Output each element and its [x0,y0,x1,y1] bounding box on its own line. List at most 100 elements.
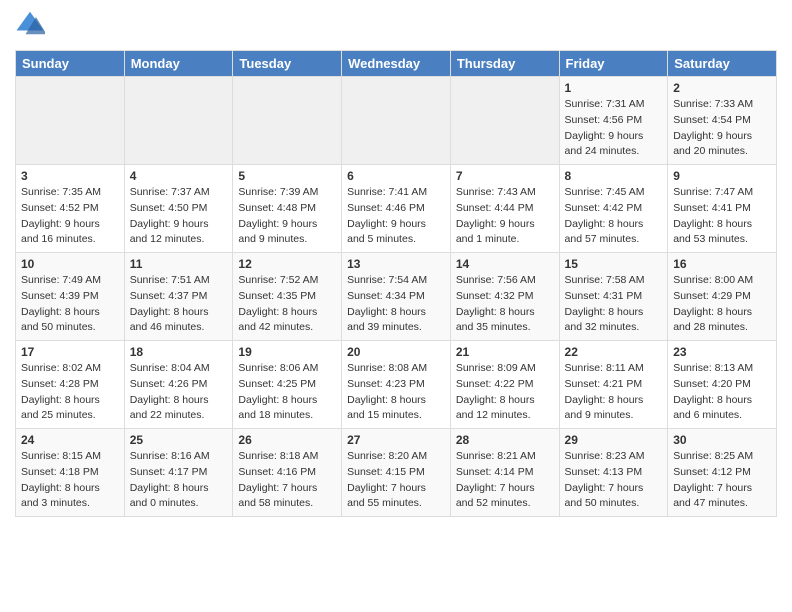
day-info: Sunrise: 7:31 AM Sunset: 4:56 PM Dayligh… [565,97,663,160]
calendar-day-cell: 7 Sunrise: 7:43 AM Sunset: 4:44 PM Daylig… [450,165,559,253]
day-number: 4 [130,169,228,183]
day-info: Sunrise: 7:47 AM Sunset: 4:41 PM Dayligh… [673,185,771,248]
day-info: Sunrise: 8:23 AM Sunset: 4:13 PM Dayligh… [565,449,663,512]
calendar-day-cell: 21 Sunrise: 8:09 AM Sunset: 4:22 PM Dayli… [450,341,559,429]
day-number: 29 [565,433,663,447]
day-info: Sunrise: 8:21 AM Sunset: 4:14 PM Dayligh… [456,449,554,512]
day-info: Sunrise: 7:33 AM Sunset: 4:54 PM Dayligh… [673,97,771,160]
day-info: Sunrise: 8:06 AM Sunset: 4:25 PM Dayligh… [238,361,336,424]
day-number: 18 [130,345,228,359]
main-container: SundayMondayTuesdayWednesdayThursdayFrid… [0,0,792,527]
day-info: Sunrise: 8:11 AM Sunset: 4:21 PM Dayligh… [565,361,663,424]
calendar-day-cell: 29 Sunrise: 8:23 AM Sunset: 4:13 PM Dayli… [559,429,668,517]
day-number: 13 [347,257,445,271]
calendar-header-row: SundayMondayTuesdayWednesdayThursdayFrid… [16,51,777,77]
day-info: Sunrise: 8:13 AM Sunset: 4:20 PM Dayligh… [673,361,771,424]
day-number: 23 [673,345,771,359]
day-info: Sunrise: 8:00 AM Sunset: 4:29 PM Dayligh… [673,273,771,336]
day-info: Sunrise: 8:15 AM Sunset: 4:18 PM Dayligh… [21,449,119,512]
calendar-day-cell: 28Sunrise: 8:21 AM Sunset: 4:14 PM Dayli… [450,429,559,517]
day-number: 8 [565,169,663,183]
calendar-day-cell: 5Sunrise: 7:39 AM Sunset: 4:48 PM Daylig… [233,165,342,253]
calendar-day-cell: 22 Sunrise: 8:11 AM Sunset: 4:21 PM Dayli… [559,341,668,429]
calendar-day-cell: 4 Sunrise: 7:37 AM Sunset: 4:50 PM Daylig… [124,165,233,253]
calendar-day-cell: 9 Sunrise: 7:47 AM Sunset: 4:41 PM Daylig… [668,165,777,253]
weekday-header: Monday [124,51,233,77]
day-info: Sunrise: 8:18 AM Sunset: 4:16 PM Dayligh… [238,449,336,512]
day-number: 3 [21,169,119,183]
weekday-header: Friday [559,51,668,77]
day-info: Sunrise: 7:39 AM Sunset: 4:48 PM Dayligh… [238,185,336,248]
day-number: 9 [673,169,771,183]
day-number: 26 [238,433,336,447]
day-number: 11 [130,257,228,271]
day-number: 1 [565,81,663,95]
day-info: Sunrise: 7:35 AM Sunset: 4:52 PM Dayligh… [21,185,119,248]
calendar-day-cell: 30Sunrise: 8:25 AM Sunset: 4:12 PM Dayli… [668,429,777,517]
calendar-day-cell: 2Sunrise: 7:33 AM Sunset: 4:54 PM Daylig… [668,77,777,165]
day-info: Sunrise: 7:49 AM Sunset: 4:39 PM Dayligh… [21,273,119,336]
calendar-day-cell: 8 Sunrise: 7:45 AM Sunset: 4:42 PM Daylig… [559,165,668,253]
day-info: Sunrise: 8:09 AM Sunset: 4:22 PM Dayligh… [456,361,554,424]
calendar-day-cell: 12Sunrise: 7:52 AM Sunset: 4:35 PM Dayli… [233,253,342,341]
calendar-day-cell: 26 Sunrise: 8:18 AM Sunset: 4:16 PM Dayli… [233,429,342,517]
calendar-day-cell: 16 Sunrise: 8:00 AM Sunset: 4:29 PM Dayli… [668,253,777,341]
day-info: Sunrise: 7:54 AM Sunset: 4:34 PM Dayligh… [347,273,445,336]
calendar-day-cell [233,77,342,165]
day-number: 27 [347,433,445,447]
day-number: 15 [565,257,663,271]
header [15,10,777,40]
day-number: 6 [347,169,445,183]
calendar-day-cell: 14 Sunrise: 7:56 AM Sunset: 4:32 PM Dayli… [450,253,559,341]
day-info: Sunrise: 7:56 AM Sunset: 4:32 PM Dayligh… [456,273,554,336]
day-number: 7 [456,169,554,183]
weekday-header: Thursday [450,51,559,77]
day-number: 19 [238,345,336,359]
day-number: 22 [565,345,663,359]
weekday-header: Sunday [16,51,125,77]
calendar-day-cell [124,77,233,165]
day-number: 14 [456,257,554,271]
day-info: Sunrise: 8:20 AM Sunset: 4:15 PM Dayligh… [347,449,445,512]
day-info: Sunrise: 7:51 AM Sunset: 4:37 PM Dayligh… [130,273,228,336]
weekday-header: Saturday [668,51,777,77]
calendar-week-row: 10 Sunrise: 7:49 AM Sunset: 4:39 PM Dayli… [16,253,777,341]
calendar-day-cell: 27 Sunrise: 8:20 AM Sunset: 4:15 PM Dayli… [342,429,451,517]
calendar-day-cell [450,77,559,165]
day-number: 20 [347,345,445,359]
calendar-day-cell: 1 Sunrise: 7:31 AM Sunset: 4:56 PM Daylig… [559,77,668,165]
day-number: 10 [21,257,119,271]
calendar-week-row: 3 Sunrise: 7:35 AM Sunset: 4:52 PM Daylig… [16,165,777,253]
day-info: Sunrise: 7:58 AM Sunset: 4:31 PM Dayligh… [565,273,663,336]
calendar-day-cell: 11 Sunrise: 7:51 AM Sunset: 4:37 PM Dayli… [124,253,233,341]
calendar-day-cell: 6 Sunrise: 7:41 AM Sunset: 4:46 PM Daylig… [342,165,451,253]
calendar-day-cell: 20 Sunrise: 8:08 AM Sunset: 4:23 PM Dayli… [342,341,451,429]
calendar-day-cell: 10 Sunrise: 7:49 AM Sunset: 4:39 PM Dayli… [16,253,125,341]
day-number: 24 [21,433,119,447]
day-number: 16 [673,257,771,271]
day-info: Sunrise: 7:37 AM Sunset: 4:50 PM Dayligh… [130,185,228,248]
calendar-day-cell: 3 Sunrise: 7:35 AM Sunset: 4:52 PM Daylig… [16,165,125,253]
calendar-day-cell: 18 Sunrise: 8:04 AM Sunset: 4:26 PM Dayli… [124,341,233,429]
day-info: Sunrise: 8:08 AM Sunset: 4:23 PM Dayligh… [347,361,445,424]
logo-icon [15,8,45,38]
calendar-week-row: 1 Sunrise: 7:31 AM Sunset: 4:56 PM Daylig… [16,77,777,165]
day-info: Sunrise: 7:43 AM Sunset: 4:44 PM Dayligh… [456,185,554,248]
calendar-day-cell: 17Sunrise: 8:02 AM Sunset: 4:28 PM Dayli… [16,341,125,429]
calendar-day-cell: 13 Sunrise: 7:54 AM Sunset: 4:34 PM Dayli… [342,253,451,341]
day-info: Sunrise: 7:45 AM Sunset: 4:42 PM Dayligh… [565,185,663,248]
calendar-day-cell [342,77,451,165]
day-number: 12 [238,257,336,271]
calendar-day-cell: 19 Sunrise: 8:06 AM Sunset: 4:25 PM Dayli… [233,341,342,429]
calendar-day-cell: 15 Sunrise: 7:58 AM Sunset: 4:31 PM Dayli… [559,253,668,341]
calendar-day-cell [16,77,125,165]
day-info: Sunrise: 8:25 AM Sunset: 4:12 PM Dayligh… [673,449,771,512]
day-number: 17 [21,345,119,359]
calendar-day-cell: 25Sunrise: 8:16 AM Sunset: 4:17 PM Dayli… [124,429,233,517]
day-number: 25 [130,433,228,447]
calendar-day-cell: 24 Sunrise: 8:15 AM Sunset: 4:18 PM Dayli… [16,429,125,517]
day-info: Sunrise: 7:41 AM Sunset: 4:46 PM Dayligh… [347,185,445,248]
day-info: Sunrise: 8:04 AM Sunset: 4:26 PM Dayligh… [130,361,228,424]
logo [15,10,49,40]
day-number: 21 [456,345,554,359]
